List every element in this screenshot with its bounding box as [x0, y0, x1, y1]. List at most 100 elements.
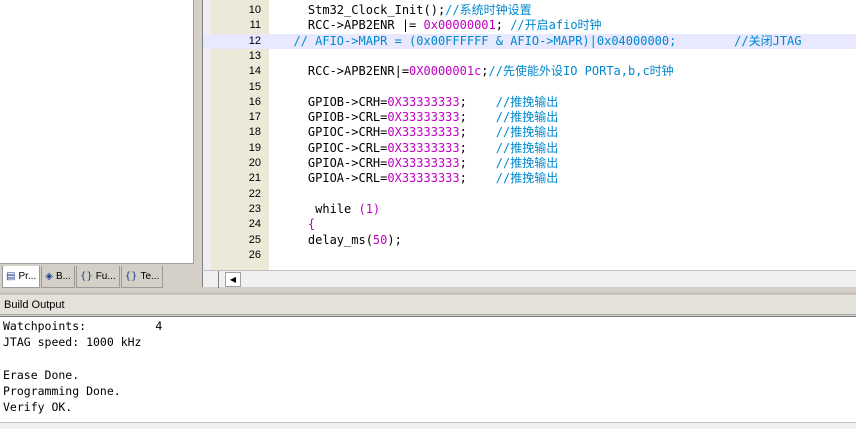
code-line[interactable]: 23 while (1) [203, 202, 856, 217]
code-comment: //系统时钟设置 [445, 3, 532, 17]
build-output-panel[interactable]: Watchpoints: 4 JTAG speed: 1000 kHz Erase … [0, 316, 856, 422]
code-token: ; [459, 94, 496, 109]
tab-books-label: B... [55, 271, 71, 282]
code-literal: 0X33333333 [387, 156, 460, 170]
code-token: ; [459, 171, 496, 186]
project-tabs: ▤ Pr... ◈ B... {} Fu... {} Te... [0, 266, 196, 290]
code-token: ; [459, 110, 496, 125]
code-line[interactable]: 18 GPIOC->CRH=0X33333333; //推挽输出 [203, 125, 856, 140]
code-line[interactable]: 20 GPIOA->CRH=0X33333333; //推挽输出 [203, 156, 856, 171]
code-comment: //推挽输出 [495, 171, 559, 186]
line-number: 20 [248, 157, 261, 169]
code-text: GPIOC->CRH=0X33333333; //推挽输出 [279, 125, 558, 140]
code-line[interactable]: 24 { [203, 217, 856, 232]
books-icon: ◈ [45, 271, 53, 282]
code-literal: 0X33333333 [387, 171, 460, 186]
code-token: GPIOB->CRL= [279, 110, 388, 125]
code-line[interactable]: 21 GPIOA->CRL=0X33333333; //推挽输出 [203, 171, 856, 186]
code-token: while [279, 201, 359, 216]
code-line[interactable]: 15 [203, 80, 856, 95]
code-token: GPIOA->CRL= [279, 171, 388, 186]
code-text: while (1) [279, 202, 380, 217]
scroll-left-button[interactable]: ◀ [225, 272, 241, 287]
line-number: 22 [248, 187, 261, 200]
code-line[interactable]: 26 [203, 248, 856, 263]
code-comment: //推挽输出 [495, 140, 559, 155]
project-pane: ▤ Pr... ◈ B... {} Fu... {} Te... [0, 0, 196, 292]
build-output-line: Erase Done. [3, 367, 80, 382]
code-token: ; [495, 18, 511, 33]
build-output-line: Watchpoints: 4 [3, 319, 163, 333]
code-line[interactable]: 19 GPIOC->CRL=0X33333333; //推挽输出 [203, 141, 856, 156]
code-line[interactable]: 13 [203, 49, 856, 64]
build-output-line: JTAG speed: 1000 kHz [3, 335, 142, 350]
code-comment: //开启afio时钟 [510, 18, 602, 33]
line-number: 11 [249, 19, 261, 32]
code-line[interactable]: 11 RCC->APB2ENR |= 0x00000001; //开启afio时… [203, 18, 856, 33]
code-token: RCC->APB2ENR|= [279, 64, 410, 79]
build-output-title: Build Output [4, 298, 65, 311]
code-text: GPIOC->CRL=0X33333333; //推挽输出 [279, 141, 558, 156]
code-literal: 0X33333333 [387, 140, 460, 155]
build-output-header: Build Output [0, 295, 856, 315]
code-token: GPIOC->CRL= [279, 140, 388, 155]
tab-functions-label: Fu... [95, 271, 116, 282]
build-output-line: Programming Done. [3, 383, 121, 398]
code-line[interactable]: 25 delay_ms(50); [203, 233, 856, 248]
code-editor[interactable]: 10 Stm32_Clock_Init();//系统时钟设置 11 RCC->AP… [202, 0, 856, 270]
line-number: 14 [248, 65, 261, 78]
line-number: 16 [248, 95, 261, 108]
line-number: 13 [248, 49, 261, 62]
code-token: GPIOB->CRH= [279, 94, 388, 109]
tab-project[interactable]: ▤ Pr... [2, 266, 41, 288]
code-text: { [279, 217, 315, 232]
editor-horizontal-scrollbar[interactable]: ◀ [202, 270, 856, 288]
code-token: Stm32_Clock_Init(); [279, 3, 446, 17]
tab-templates[interactable]: {} Te... [120, 266, 164, 288]
code-text: RCC->APB2ENR|=0X0000001c;//先使能外设IO PORTa… [279, 64, 674, 79]
build-output-line: Verify OK. [3, 400, 73, 414]
code-text: // AFIO->MAPR = (0x00FFFFFF & AFIO->MAPR… [279, 33, 802, 49]
code-text: delay_ms(50); [279, 233, 402, 248]
code-text: GPIOB->CRH=0X33333333; //推挽输出 [279, 95, 558, 110]
code-literal: (1) [358, 201, 381, 216]
code-line[interactable]: 22 [203, 187, 856, 202]
tab-functions[interactable]: {} Fu... [75, 266, 120, 288]
project-icon: ▤ [6, 271, 16, 282]
line-number: 23 [248, 202, 261, 215]
line-number: 25 [248, 233, 261, 246]
line-number: 21 [248, 172, 261, 185]
arrow-left-icon: ◀ [229, 275, 237, 284]
code-token: RCC->APB2ENR |= [279, 18, 424, 33]
tab-books[interactable]: ◈ B... [41, 266, 75, 288]
code-token: delay_ms( [279, 232, 373, 247]
code-literal: 50 [372, 232, 388, 247]
build-horizontal-scrollbar[interactable] [0, 422, 856, 429]
code-token: ); [387, 232, 402, 247]
code-token: ; [459, 156, 496, 170]
code-line[interactable]: 10 Stm32_Clock_Init();//系统时钟设置 [203, 3, 856, 18]
code-token: ; [481, 64, 489, 79]
line-number: 10 [248, 4, 261, 16]
code-comment: //推挽输出 [495, 125, 559, 140]
line-number: 15 [248, 80, 261, 93]
code-text: Stm32_Clock_Init();//系统时钟设置 [279, 3, 532, 18]
code-line[interactable]: 14 RCC->APB2ENR|=0X0000001c;//先使能外设IO PO… [203, 64, 856, 79]
code-literal: 0x00000001 [423, 18, 496, 33]
code-literal: 0X0000001c [409, 64, 482, 79]
code-literal: 0X33333333 [387, 94, 460, 109]
project-tree[interactable] [0, 0, 194, 264]
code-literal: 0X33333333 [387, 125, 460, 140]
code-comment: //先使能外设IO PORTa,b,c时钟 [488, 64, 674, 79]
tab-templates-label: Te... [140, 271, 160, 282]
code-line[interactable]: 16 GPIOB->CRH=0X33333333; //推挽输出 [203, 95, 856, 110]
code-text: GPIOB->CRL=0X33333333; //推挽输出 [279, 110, 558, 125]
code-line[interactable]: 17 GPIOB->CRL=0X33333333; //推挽输出 [203, 110, 856, 125]
code-line[interactable]: 12 // AFIO->MAPR = (0x00FFFFFF & AFIO->M… [203, 33, 856, 49]
code-text: RCC->APB2ENR |= 0x00000001; //开启afio时钟 [279, 18, 602, 33]
line-number: 12 [248, 34, 261, 47]
code-text: GPIOA->CRL=0X33333333; //推挽输出 [279, 171, 558, 186]
code-comment: // AFIO->MAPR = (0x00FFFFFF & AFIO->MAPR… [279, 33, 802, 48]
tab-project-label: Pr... [18, 271, 37, 282]
code-literal: 0X33333333 [387, 110, 460, 125]
